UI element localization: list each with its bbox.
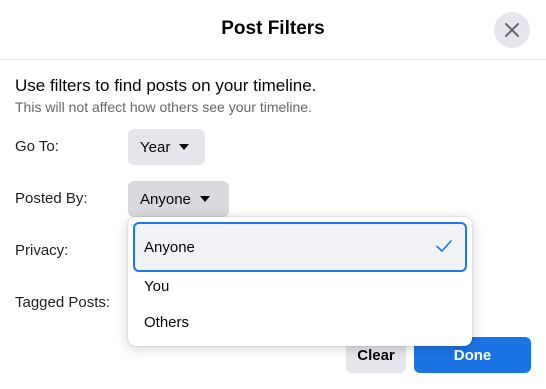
chevron-down-icon — [179, 144, 190, 150]
go-to-select[interactable]: Year — [128, 129, 205, 165]
privacy-label: Privacy: — [15, 242, 69, 259]
go-to-label: Go To: — [15, 138, 59, 155]
dropdown-option-label: Others — [144, 313, 190, 331]
intro-subheading: This will not affect how others see your… — [15, 99, 312, 115]
intro-heading: Use filters to find posts on your timeli… — [15, 76, 317, 95]
dropdown-option-label: You — [144, 277, 170, 295]
check-icon — [436, 240, 452, 252]
tagged-posts-label: Tagged Posts: — [15, 294, 111, 311]
close-button[interactable] — [494, 12, 530, 48]
close-icon — [505, 23, 519, 37]
chevron-down-icon — [199, 196, 210, 202]
dialog-header: Post Filters — [0, 0, 546, 60]
post-filters-dialog: Post Filters Use filters to find posts o… — [0, 0, 546, 389]
go-to-value: Year — [140, 138, 171, 156]
posted-by-value: Anyone — [140, 190, 191, 208]
dialog-title: Post Filters — [221, 18, 325, 39]
posted-by-select[interactable]: Anyone — [128, 181, 229, 217]
posted-by-dropdown: Anyone You Others — [128, 217, 472, 346]
dropdown-option-others[interactable]: Others — [133, 298, 467, 346]
intro: Use filters to find posts on your timeli… — [15, 76, 316, 115]
dropdown-option-label: Anyone — [144, 238, 195, 256]
posted-by-label: Posted By: — [15, 190, 88, 207]
